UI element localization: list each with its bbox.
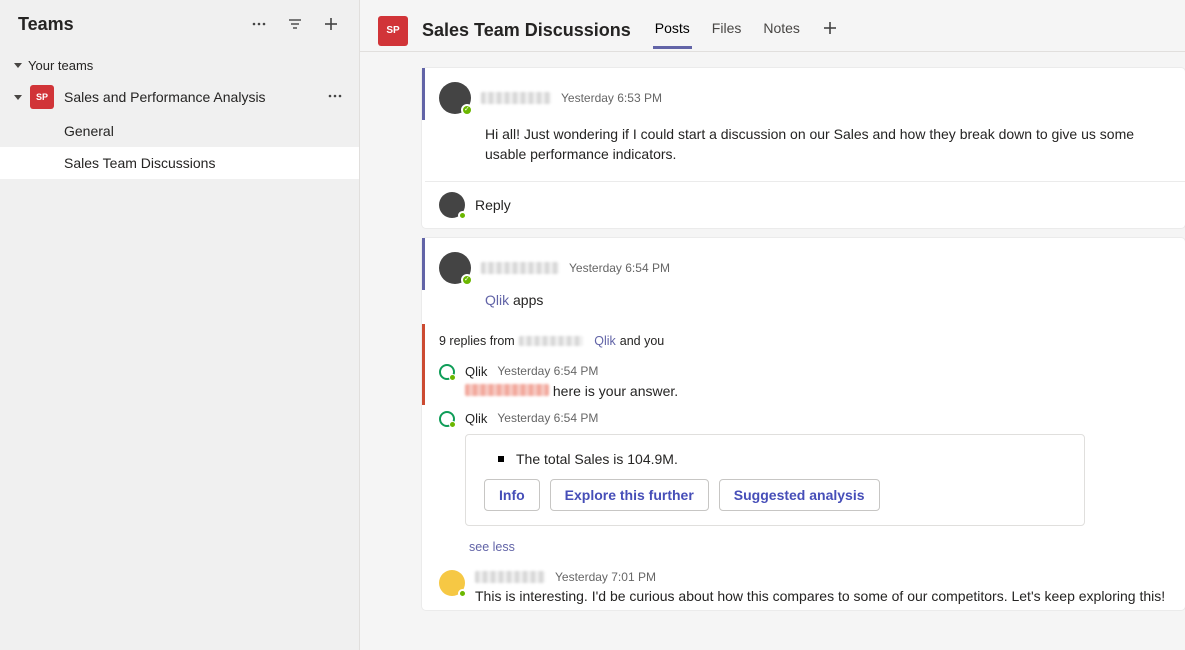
team-name: Sales and Performance Analysis [64,89,311,105]
bot-card: The total Sales is 104.9M. Info Explore … [465,434,1085,526]
caret-down-icon [14,63,22,68]
post-body: Qlik apps [425,290,1185,324]
team-more-icon[interactable] [321,88,349,107]
avatar[interactable] [439,252,471,284]
thread-summary[interactable]: 9 replies from Qlik and you [422,324,1185,358]
avatar[interactable] [439,570,465,596]
mention [465,384,549,396]
sidebar-header: Teams [0,0,359,52]
presence-available-icon [449,374,456,381]
author-name [481,92,551,104]
reply-timestamp: Yesterday 6:54 PM [497,411,598,425]
reply-body: This is interesting. I'd be curious abou… [475,584,1171,604]
section-label: Your teams [28,58,93,73]
bullet-icon [498,456,504,462]
bot-avatar[interactable] [439,364,455,380]
channel-tabs: Posts Files Notes [653,10,840,51]
author-name [481,262,559,274]
filter-icon[interactable] [281,10,309,38]
reply-author: Qlik [465,364,487,379]
reply-message: Qlik Yesterday 6:54 PM here is your answ… [422,358,1185,405]
reply-button[interactable]: Reply [425,181,1185,228]
reply-label: Reply [475,197,511,213]
see-less-link[interactable]: see less [425,536,1185,564]
post-timestamp: Yesterday 6:54 PM [569,261,670,275]
avatar[interactable] [439,82,471,114]
tab-files[interactable]: Files [710,10,744,51]
posts-feed[interactable]: Yesterday 6:53 PM Hi all! Just wondering… [360,52,1185,650]
reply-timestamp: Yesterday 6:54 PM [497,364,598,378]
sidebar-title: Teams [18,14,237,35]
post-timestamp: Yesterday 6:53 PM [561,91,662,105]
presence-available-icon [461,104,473,116]
avatar [439,192,465,218]
post-header: Yesterday 6:54 PM [422,238,1185,290]
bot-answer-text: The total Sales is 104.9M. [516,451,678,467]
presence-available-icon [461,274,473,286]
team-badge: SP [30,85,54,109]
bot-actions: Info Explore this further Suggested anal… [484,479,1066,511]
reply-timestamp: Yesterday 7:01 PM [555,570,656,584]
explore-button[interactable]: Explore this further [550,479,709,511]
reply-author [475,571,545,583]
reply-message: Qlik Yesterday 6:54 PM The total Sales i… [425,405,1185,536]
qlik-link[interactable]: Qlik [485,292,509,308]
channel-team-badge: SP [378,16,408,46]
channel-general[interactable]: General [0,115,359,147]
post: Yesterday 6:53 PM Hi all! Just wondering… [422,68,1185,228]
teams-sidebar: Teams Your teams SP Sales and Performanc… [0,0,360,650]
add-team-icon[interactable] [317,10,345,38]
more-icon[interactable] [245,10,273,38]
info-button[interactable]: Info [484,479,540,511]
tab-posts[interactable]: Posts [653,10,692,51]
channel-sales-team-discussions[interactable]: Sales Team Discussions [0,147,359,179]
thread-suffix: and you [620,334,664,348]
tab-notes[interactable]: Notes [761,10,802,51]
thread-prefix: 9 replies from [439,334,515,348]
caret-down-icon [14,95,22,100]
thread-author-1 [519,336,583,346]
team-row[interactable]: SP Sales and Performance Analysis [0,79,359,115]
reply-body: here is your answer. [553,383,678,399]
reply-author: Qlik [465,411,487,426]
channel-title: Sales Team Discussions [422,20,631,41]
presence-available-icon [449,421,456,428]
post: Yesterday 6:54 PM Qlik apps 9 replies fr… [422,238,1185,610]
suggested-analysis-button[interactable]: Suggested analysis [719,479,880,511]
thread-link-qlik[interactable]: Qlik [594,334,616,348]
presence-available-icon [458,589,467,598]
post-header: Yesterday 6:53 PM [422,68,1185,120]
your-teams-section[interactable]: Your teams [0,52,359,79]
presence-available-icon [458,211,467,220]
channel-header: SP Sales Team Discussions Posts Files No… [360,0,1185,52]
reply-message: Yesterday 7:01 PM This is interesting. I… [425,564,1185,610]
bot-avatar[interactable] [439,411,455,427]
post-body-rest: apps [509,292,543,308]
add-tab-icon[interactable] [820,10,840,51]
main-panel: SP Sales Team Discussions Posts Files No… [360,0,1185,650]
bot-answer: The total Sales is 104.9M. [484,451,1066,479]
post-body: Hi all! Just wondering if I could start … [425,120,1185,181]
